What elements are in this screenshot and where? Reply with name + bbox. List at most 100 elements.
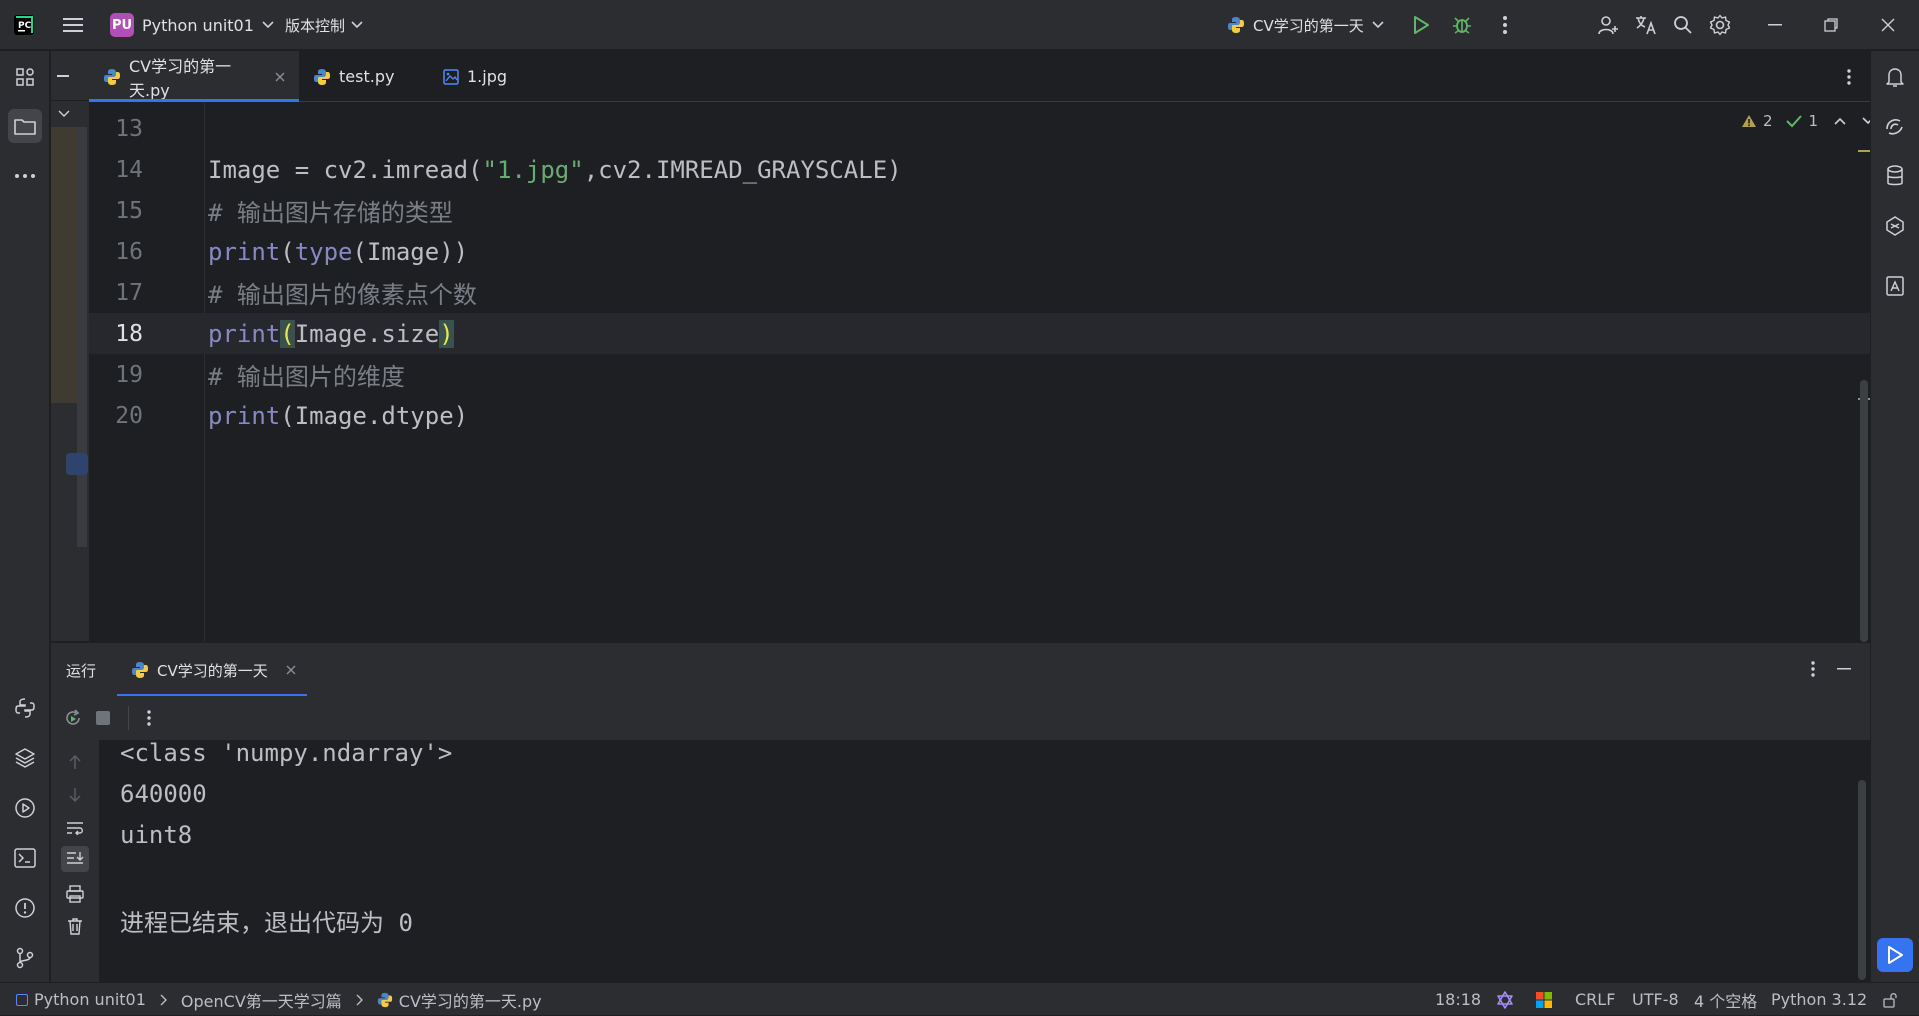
line-number: 16 [115, 238, 143, 265]
windows-plugin-icon[interactable] [1535, 983, 1553, 1016]
structure-icon[interactable] [8, 60, 42, 94]
run-config-selector[interactable]: CV学习的第一天 [1227, 12, 1384, 38]
svg-text:PC: PC [18, 21, 32, 31]
console-output-line: uint8 [120, 821, 193, 849]
run-icon[interactable] [1408, 12, 1434, 38]
code-line: 14 Image = cv2.imread("1.jpg",cv2.IMREAD… [89, 149, 1870, 190]
line-number: 17 [115, 279, 143, 306]
file-encoding[interactable]: UTF-8 [1632, 983, 1679, 1016]
pycharm-logo-icon[interactable]: PC [12, 13, 36, 37]
settings-gear-icon[interactable] [1707, 12, 1733, 38]
breadcrumb: Python unit01 OpenCV第一天学习篇 CV学习的第一天.py [16, 983, 542, 1016]
tree-expand-icon[interactable] [57, 107, 71, 121]
hide-panel-icon[interactable] [1832, 657, 1856, 681]
project-panel-header [51, 51, 89, 101]
tab-test-py[interactable]: test.py [299, 51, 417, 102]
rerun-icon[interactable] [61, 706, 85, 730]
chevron-down-icon [1372, 21, 1384, 29]
chevron-down-icon [351, 21, 363, 29]
database-icon[interactable] [1878, 159, 1912, 193]
run-tab[interactable]: CV学习的第一天 [117, 643, 307, 697]
search-icon[interactable] [1670, 12, 1696, 38]
code-text: print(Image.dtype) [208, 402, 468, 430]
code-lines: 13 14 Image = cv2.imread("1.jpg",cv2.IMR… [89, 108, 1870, 438]
indent-setting[interactable]: 4 个空格 [1694, 983, 1757, 1016]
soft-wrap-icon[interactable] [63, 816, 87, 840]
code-token: Image = cv2.imread("1.jpg",cv2.IMREAD_GR… [208, 155, 902, 184]
tree-scrollbar[interactable] [77, 127, 87, 547]
python-file-icon [1227, 16, 1245, 34]
run-tool-window-header: 运行 CV学习的第一天 [51, 642, 1870, 697]
python-file-icon [313, 68, 331, 86]
image-file-icon [443, 68, 459, 85]
console-output-line: <class 'numpy.ndarray'> [120, 739, 453, 767]
project-selector[interactable]: PU Python unit01 [110, 12, 274, 38]
up-arrow-icon[interactable] [63, 750, 87, 774]
project-name: Python unit01 [142, 15, 254, 35]
run-title: 运行 [66, 662, 97, 680]
project-folder-icon[interactable] [8, 109, 42, 143]
down-arrow-icon[interactable] [63, 783, 87, 807]
line-separator[interactable]: CRLF [1575, 983, 1615, 1016]
tab-options-icon[interactable] [1837, 64, 1861, 90]
close-tab-icon[interactable] [275, 72, 285, 82]
run-console[interactable] [51, 740, 1870, 982]
tab-label: CV学习的第一天.py [129, 56, 232, 100]
python-interpreter[interactable]: Python 3.12 [1771, 983, 1867, 1016]
tree-selected-item[interactable] [66, 453, 88, 475]
code-comment: # 输出图片的像素点个数 [208, 281, 477, 309]
close-icon[interactable] [1873, 12, 1903, 38]
stop-icon[interactable] [91, 706, 115, 730]
breadcrumb-project[interactable]: Python unit01 [34, 990, 146, 1009]
project-badge: PU [110, 13, 134, 37]
tab-cv-first-day[interactable]: CV学习的第一天.py [89, 51, 299, 102]
code-token: print(Image.dtype) [208, 401, 469, 430]
collapse-panel-icon[interactable] [57, 75, 69, 77]
more-tools-icon[interactable] [8, 159, 42, 193]
git-branch-icon[interactable] [8, 941, 42, 975]
add-user-icon[interactable] [1595, 12, 1621, 38]
notifications-bell-icon[interactable] [1878, 60, 1912, 94]
breadcrumb-file[interactable]: CV学习的第一天.py [399, 988, 542, 1012]
documentation-icon[interactable] [1878, 269, 1912, 303]
ai-assistant-icon[interactable] [1878, 109, 1912, 143]
line-number: 18 [115, 320, 143, 347]
terminal-icon[interactable] [8, 841, 42, 875]
lock-icon[interactable] [1882, 983, 1898, 1016]
debug-icon[interactable] [1449, 12, 1475, 38]
console-scrollbar[interactable] [1858, 780, 1866, 980]
status-bar: Python unit01 OpenCV第一天学习篇 CV学习的第一天.py 1… [0, 982, 1919, 1015]
project-panel-collapsed [51, 51, 89, 641]
code-token: print(type(Image)) [208, 237, 469, 266]
module-icon [16, 993, 28, 1006]
more-actions-icon[interactable] [137, 706, 161, 730]
python-console-icon[interactable] [8, 691, 42, 725]
tab-1-jpg[interactable]: 1.jpg [429, 51, 539, 102]
run-config-name: CV学习的第一天 [1253, 16, 1364, 35]
breadcrumb-folder[interactable]: OpenCV第一天学习篇 [181, 988, 342, 1012]
services-run-icon[interactable] [8, 791, 42, 825]
run-options-icon[interactable] [1801, 657, 1825, 681]
scroll-to-end-icon[interactable] [61, 846, 89, 872]
problems-icon[interactable] [8, 891, 42, 925]
layers-icon[interactable] [8, 741, 42, 775]
run-widget-icon[interactable] [1877, 938, 1913, 972]
code-line: 19 # 输出图片的维度 [89, 354, 1870, 395]
python-file-icon [103, 68, 121, 86]
translate-icon[interactable] [1632, 12, 1660, 38]
close-tab-icon[interactable] [286, 665, 296, 675]
run-tab-label: CV学习的第一天 [157, 661, 268, 680]
more-actions-icon[interactable] [1493, 12, 1517, 38]
sciview-icon[interactable] [1878, 209, 1912, 243]
vcs-menu[interactable]: 版本控制 [285, 12, 363, 38]
main-menu-icon[interactable] [60, 13, 86, 37]
tab-label: 1.jpg [467, 67, 508, 86]
caret-position[interactable]: 18:18 [1435, 983, 1481, 1016]
chevron-right-icon [356, 994, 363, 1006]
print-icon[interactable] [63, 882, 87, 906]
code-comment: # 输出图片存储的类型 [208, 199, 453, 227]
restore-icon[interactable] [1816, 12, 1846, 38]
ai-plugin-icon[interactable] [1495, 983, 1515, 1016]
trash-icon[interactable] [63, 914, 87, 938]
minimize-icon[interactable] [1760, 12, 1790, 38]
